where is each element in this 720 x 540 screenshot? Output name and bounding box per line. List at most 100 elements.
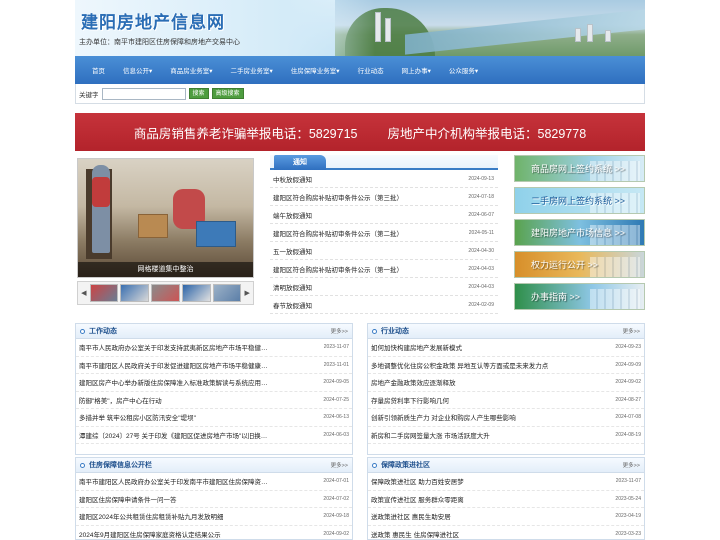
item-title[interactable]: 新房和二手房网签量大涨 市场活跃度大升 bbox=[371, 430, 490, 440]
link-market-info[interactable]: 建阳房地产市场信息 >> bbox=[514, 219, 645, 246]
nav-commercial-housing[interactable]: 商品房业务室▾ bbox=[161, 65, 221, 75]
link-power-operation[interactable]: 权力运行公开 >> bbox=[514, 251, 645, 278]
notice-title[interactable]: 中秋放假通知 bbox=[273, 174, 312, 184]
item-title[interactable]: 建阳区房产中心举办新版住房保障准入标准政策解读与系统应用… bbox=[79, 377, 268, 387]
link-secondhand-signing-system[interactable]: 二手房网上签约系统 >> bbox=[514, 187, 645, 214]
list-item[interactable]: 如何加快构建房地产发展新模式 2024-09-23 bbox=[368, 339, 644, 357]
item-title[interactable]: 南平市人民政府办公室关于印发支持武夷新区房地产市场平稳健… bbox=[79, 342, 268, 352]
list-item[interactable]: 防御"格美"，房产中心在行动 2024-07-25 bbox=[76, 392, 352, 409]
notice-item[interactable]: 建阳区符合购房补贴初审条件公示（第三批） 2024-07-18 bbox=[270, 188, 498, 206]
panel-title-wrap: 住房保障信息公开栏 bbox=[80, 460, 152, 470]
item-title[interactable]: 政策宣传进社区 服务群众零距离 bbox=[371, 494, 464, 504]
item-title[interactable]: 创新引领新质生产力 对企业和购房人产生哪些影响 bbox=[371, 412, 516, 422]
item-title[interactable]: 南平市建阳区人民政府关于印发促进建阳区房地产市场平稳健康… bbox=[79, 360, 268, 370]
nav-home[interactable]: 首页 bbox=[83, 65, 114, 75]
prev-arrow-icon[interactable]: ◀ bbox=[80, 289, 88, 297]
more-link[interactable]: 更多>> bbox=[331, 327, 348, 335]
nav-housing-security[interactable]: 住房保障业务室▾ bbox=[282, 65, 349, 75]
notice-title[interactable]: 清明放假通知 bbox=[273, 282, 312, 292]
notice-title[interactable]: 建阳区符合购房补贴初审条件公示（第三批） bbox=[273, 192, 403, 202]
item-date: 2024-07-02 bbox=[323, 495, 349, 502]
list-item[interactable]: 2024年9月建阳区住房保障家庭资格认定结果公示 2024-09-02 bbox=[76, 526, 352, 540]
more-link[interactable]: 更多>> bbox=[623, 461, 640, 469]
advanced-search-button[interactable]: 高级搜索 bbox=[211, 88, 244, 99]
notice-item[interactable]: 五一放假通知 2024-04-30 bbox=[270, 242, 498, 260]
link-commercial-signing-system[interactable]: 商品房网上签约系统 >> bbox=[514, 155, 645, 182]
item-date: 2024-08-27 bbox=[615, 396, 641, 403]
notice-list: 中秋放假通知 2024-09-13 建阳区符合购房补贴初审条件公示（第三批） 202… bbox=[270, 170, 498, 314]
item-title[interactable]: 潭建综〔2024〕27号 关于印发《建阳区促进房地产市场"以旧换… bbox=[79, 430, 267, 440]
thumbnail[interactable] bbox=[181, 284, 211, 302]
tab-notice[interactable]: 通知 bbox=[274, 155, 326, 170]
thumbnail[interactable] bbox=[120, 284, 150, 302]
notice-title[interactable]: 建阳区符合购房补贴初审条件公示（第一批） bbox=[273, 264, 403, 274]
list-item[interactable]: 新房和二手房网签量大涨 市场活跃度大升 2024-08-19 bbox=[368, 427, 644, 444]
nav-second-hand-housing[interactable]: 二手房业务室▾ bbox=[222, 65, 282, 75]
notice-title[interactable]: 春节放假通知 bbox=[273, 300, 312, 310]
slide-caption: 网格楼道集中整治 bbox=[78, 262, 253, 277]
item-title[interactable]: 存量房贷利率下行影响几何 bbox=[371, 395, 449, 405]
list-item[interactable]: 南平市建阳区人民政府办公室关于印发南平市建阳区住房保障资… 2024-07-01 bbox=[76, 473, 352, 491]
nav-info-public[interactable]: 信息公开▾ bbox=[114, 65, 161, 75]
notice-item[interactable]: 端午放假通知 2024-06-07 bbox=[270, 206, 498, 224]
notice-item[interactable]: 建阳区符合购房补贴初审条件公示（第一批） 2024-04-03 bbox=[270, 260, 498, 278]
item-title[interactable]: 多地调整优化住房公积金政策 异地互认等方面或是未来发力点 bbox=[371, 360, 548, 370]
list-item[interactable]: 建阳区房产中心举办新版住房保障准入标准政策解读与系统应用… 2024-09-05 bbox=[76, 374, 352, 392]
next-arrow-icon[interactable]: ▶ bbox=[243, 289, 251, 297]
list-item[interactable]: 多地调整优化住房公积金政策 异地互认等方面或是未来发力点 2024-09-09 bbox=[368, 357, 644, 374]
list-item[interactable]: 政策宣传进社区 服务群众零距离 2023-05-24 bbox=[368, 491, 644, 508]
list-item[interactable]: 送政策 惠民生 住房保障进社区 2023-03-23 bbox=[368, 526, 644, 540]
list-item[interactable]: 建阳区2024年公共租赁住房租赁补贴九月发放明细 2024-09-18 bbox=[76, 508, 352, 526]
item-title[interactable]: 防御"格美"，房产中心在行动 bbox=[79, 395, 162, 405]
item-title[interactable]: 南平市建阳区人民政府办公室关于印发南平市建阳区住房保障资… bbox=[79, 476, 268, 486]
item-title[interactable]: 建阳区2024年公共租赁住房租赁补贴九月发放明细 bbox=[79, 511, 223, 521]
item-title[interactable]: 保障政策进社区 助力百姓安居梦 bbox=[371, 476, 464, 486]
item-title[interactable]: 建阳区住房保障申请条件一问一答 bbox=[79, 494, 177, 504]
search-button[interactable]: 搜索 bbox=[188, 88, 209, 99]
item-title[interactable]: 多措并举 筑牢公租房小区防汛安全"堤坝" bbox=[79, 412, 196, 422]
thumbnail[interactable] bbox=[89, 284, 119, 302]
list-item[interactable]: 送政策进社区 惠民生助安居 2023-04-19 bbox=[368, 508, 644, 526]
panel-title: 行业动态 bbox=[381, 328, 409, 335]
notice-date: 2024-04-30 bbox=[468, 247, 494, 254]
search-input[interactable] bbox=[101, 87, 186, 100]
notice-item[interactable]: 清明放假通知 2024-04-03 bbox=[270, 278, 498, 296]
thumbnail[interactable] bbox=[151, 284, 180, 302]
notice-item[interactable]: 春节放假通知 2024-02-09 bbox=[270, 296, 498, 314]
notice-title[interactable]: 建阳区符合购房补贴初审条件公示（第二批） bbox=[273, 228, 403, 238]
thumbnail[interactable] bbox=[212, 284, 242, 302]
notice-item[interactable]: 建阳区符合购房补贴初审条件公示（第二批） 2024-05-11 bbox=[270, 224, 498, 242]
header-banner: 建阳房地产信息网 主办单位：南平市建阳区住房保障和房地产交易中心 bbox=[75, 0, 645, 56]
list-item[interactable]: 多措并举 筑牢公租房小区防汛安全"堤坝" 2024-06-13 bbox=[76, 409, 352, 427]
item-title[interactable]: 送政策 惠民生 住房保障进社区 bbox=[371, 529, 459, 539]
item-title[interactable]: 房地产金融政策效应逐渐释放 bbox=[371, 377, 456, 387]
page: 建阳房地产信息网 主办单位：南平市建阳区住房保障和房地产交易中心 首页 信息公开… bbox=[75, 0, 645, 540]
list-item[interactable]: 建阳区住房保障申请条件一问一答 2024-07-02 bbox=[76, 491, 352, 508]
list-item[interactable]: 创新引领新质生产力 对企业和购房人产生哪些影响 2024-07-08 bbox=[368, 409, 644, 427]
item-title[interactable]: 如何加快构建房地产发展新模式 bbox=[371, 342, 462, 352]
photo-slider[interactable]: 网格楼道集中整治 bbox=[77, 158, 254, 278]
list-item[interactable]: 存量房贷利率下行影响几何 2024-08-27 bbox=[368, 392, 644, 409]
link-label: 二手房网上签约系统 >> bbox=[531, 196, 626, 206]
item-title[interactable]: 2024年9月建阳区住房保障家庭资格认定结果公示 bbox=[79, 529, 221, 539]
more-link[interactable]: 更多>> bbox=[623, 327, 640, 335]
notice-title[interactable]: 五一放假通知 bbox=[273, 246, 312, 256]
item-date: 2024-09-02 bbox=[615, 379, 641, 386]
list-item[interactable]: 潭建综〔2024〕27号 关于印发《建阳区促进房地产市场"以旧换… 2024-06… bbox=[76, 427, 352, 444]
nav-industry-news[interactable]: 行业动态 bbox=[349, 65, 393, 75]
item-title[interactable]: 送政策进社区 惠民生助安居 bbox=[371, 511, 451, 521]
more-link[interactable]: 更多>> bbox=[331, 461, 348, 469]
notice-title[interactable]: 端午放假通知 bbox=[273, 210, 312, 220]
list-item[interactable]: 房地产金融政策效应逐渐释放 2024-09-02 bbox=[368, 374, 644, 392]
list-item[interactable]: 保障政策进社区 助力百姓安居梦 2023-11-07 bbox=[368, 473, 644, 491]
item-date: 2024-08-19 bbox=[615, 431, 641, 438]
link-label: 权力运行公开 >> bbox=[531, 260, 599, 270]
main-nav: 首页 信息公开▾ 商品房业务室▾ 二手房业务室▾ 住房保障业务室▾ 行业动态 网… bbox=[75, 56, 645, 84]
link-service-guide[interactable]: 办事指南 >> bbox=[514, 283, 645, 310]
nav-online-services[interactable]: 网上办事▾ bbox=[393, 65, 440, 75]
nav-public-services[interactable]: 公众服务▾ bbox=[440, 65, 487, 75]
item-date: 2023-11-01 bbox=[323, 361, 349, 368]
list-item[interactable]: 南平市建阳区人民政府关于印发促进建阳区房地产市场平稳健康… 2023-11-01 bbox=[76, 357, 352, 374]
list-item[interactable]: 南平市人民政府办公室关于印发支持武夷新区房地产市场平稳健… 2023-11-07 bbox=[76, 339, 352, 357]
notice-item[interactable]: 中秋放假通知 2024-09-13 bbox=[270, 170, 498, 188]
